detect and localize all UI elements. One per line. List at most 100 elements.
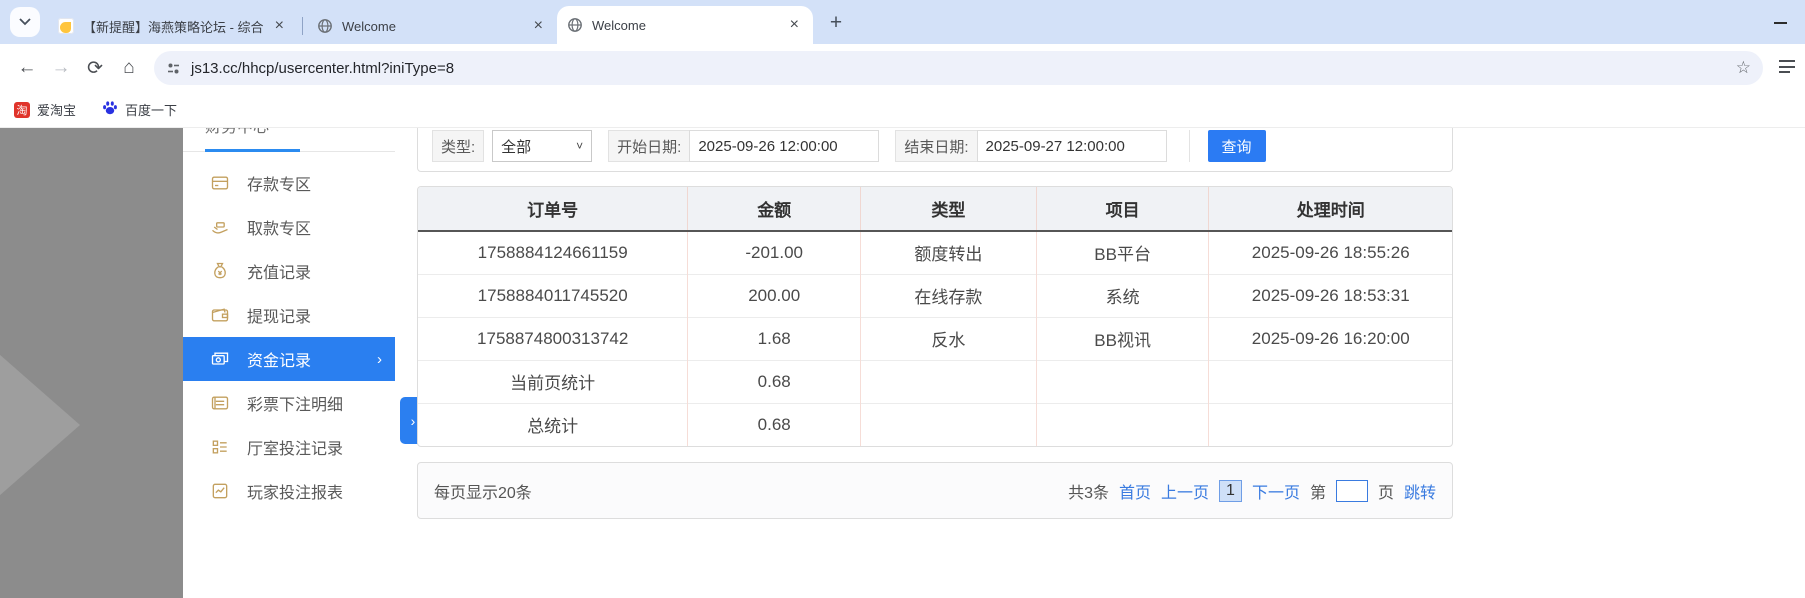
- end-date-input[interactable]: [977, 130, 1167, 162]
- total-count-text: 共3条: [1068, 479, 1109, 503]
- wallet-icon: [210, 305, 230, 325]
- sidebar-item-recharge-records[interactable]: 充值记录: [183, 249, 395, 293]
- bookmark-label: 百度一下: [125, 100, 177, 119]
- close-icon[interactable]: ×: [786, 16, 803, 34]
- pagination-bar: 每页显示20条 共3条 首页 上一页 1 下一页 第 页 跳转: [417, 462, 1453, 519]
- bookmark-label: 爱淘宝: [37, 100, 76, 119]
- back-button[interactable]: ←: [10, 51, 44, 85]
- filter-panel: 类型: 全部 ˅ 开始日期: 结束日期: 查询: [417, 128, 1453, 172]
- cell-type: 额度转出: [861, 231, 1037, 274]
- close-icon[interactable]: ×: [271, 17, 288, 35]
- bookmark-star-icon[interactable]: ☆: [1736, 58, 1751, 78]
- report-chart-icon: [210, 481, 230, 501]
- cell-order-no: 1758874800313742: [418, 317, 688, 360]
- sidebar-active-underline: [205, 149, 300, 152]
- reload-button[interactable]: ⟳: [78, 51, 112, 85]
- filter-separator: [1189, 130, 1190, 162]
- sidebar: 财务中心 存款专区 取款专区 充值记录 提现记录 资金记录: [183, 128, 395, 598]
- prev-page-link[interactable]: 上一页: [1161, 479, 1209, 503]
- sidebar-header: 财务中心: [183, 128, 395, 145]
- browser-tab-welcome-2-active[interactable]: Welcome ×: [557, 6, 813, 44]
- cell-process-time: 2025-09-26 18:55:26: [1209, 231, 1452, 274]
- start-date-input[interactable]: [689, 130, 879, 162]
- sidebar-item-label: 取款专区: [247, 215, 311, 239]
- bank-card-icon: [210, 173, 230, 193]
- list-doc-icon: [210, 393, 230, 413]
- new-tab-button[interactable]: +: [821, 8, 851, 38]
- funds-icon: [210, 349, 230, 369]
- end-date-label: 结束日期:: [895, 130, 976, 162]
- sidebar-item-lottery-bet-details[interactable]: 彩票下注明细: [183, 381, 395, 425]
- first-page-link[interactable]: 首页: [1119, 479, 1151, 503]
- table-row-page-summary: 当前页统计 0.68: [418, 360, 1452, 403]
- cell-summary-label: 总统计: [418, 403, 688, 446]
- money-bag-icon: [210, 261, 230, 281]
- table-row-total-summary: 总统计 0.68: [418, 403, 1452, 446]
- next-page-link[interactable]: 下一页: [1252, 479, 1300, 503]
- sidebar-item-label: 充值记录: [247, 259, 311, 283]
- sidebar-item-label: 厅室投注记录: [247, 435, 343, 459]
- cell-amount: 0.68: [688, 360, 861, 403]
- jump-button[interactable]: 跳转: [1404, 479, 1436, 503]
- browser-tab-welcome-1[interactable]: Welcome ×: [307, 8, 557, 44]
- current-page-badge[interactable]: 1: [1219, 480, 1242, 502]
- url-text[interactable]: js13.cc/hhcp/usercenter.html?iniType=8: [191, 60, 1736, 77]
- table-row: 1758874800313742 1.68 反水 BB视讯 2025-09-26…: [418, 317, 1452, 360]
- minimize-button[interactable]: [1774, 22, 1787, 24]
- watermark-triangle: [0, 333, 80, 517]
- globe-icon: [567, 17, 583, 33]
- col-amount: 金额: [688, 187, 861, 231]
- sidebar-item-withdraw-records[interactable]: 提现记录: [183, 293, 395, 337]
- close-icon[interactable]: ×: [530, 17, 547, 35]
- bookmark-baidu[interactable]: 百度一下: [102, 100, 177, 119]
- cell-amount: 1.68: [688, 317, 861, 360]
- tab-divider: [302, 17, 303, 35]
- forward-button[interactable]: →: [44, 51, 78, 85]
- sidebar-item-label: 存款专区: [247, 171, 311, 195]
- funds-table: 订单号 金额 类型 项目 处理时间 1758884124661159 -201.…: [417, 186, 1453, 447]
- cell-type: 在线存款: [861, 274, 1037, 317]
- start-date-label: 开始日期:: [608, 130, 689, 162]
- jump-prefix-text: 第: [1310, 479, 1326, 503]
- reading-list-icon[interactable]: [1773, 51, 1795, 85]
- cell-process-time: 2025-09-26 16:20:00: [1209, 317, 1452, 360]
- sidebar-item-deposit[interactable]: 存款专区: [183, 161, 395, 205]
- query-button[interactable]: 查询: [1208, 130, 1266, 162]
- chevron-down-icon: ˅: [576, 139, 583, 153]
- type-select[interactable]: 全部 ˅: [492, 130, 592, 162]
- cell-amount: -201.00: [688, 231, 861, 274]
- tab-search-button[interactable]: [10, 7, 40, 37]
- sidebar-item-player-bet-report[interactable]: 玩家投注报表: [183, 469, 395, 513]
- address-bar[interactable]: js13.cc/hhcp/usercenter.html?iniType=8 ☆: [154, 51, 1763, 85]
- tab-strip: 【新提醒】海燕策略论坛 - 综合 × Welcome × Welcome × +: [0, 0, 1805, 44]
- cell-order-no: 1758884011745520: [418, 274, 688, 317]
- cell-project: 系统: [1036, 274, 1209, 317]
- cell-order-no: 1758884124661159: [418, 231, 688, 274]
- sidebar-item-hall-bet-records[interactable]: 厅室投注记录: [183, 425, 395, 469]
- sidebar-item-withdraw-area[interactable]: 取款专区: [183, 205, 395, 249]
- cell-amount: 200.00: [688, 274, 861, 317]
- browser-toolbar: ← → ⟳ ⌂ js13.cc/hhcp/usercenter.html?ini…: [0, 44, 1805, 92]
- table-header-row: 订单号 金额 类型 项目 处理时间: [418, 187, 1452, 231]
- globe-icon: [317, 18, 333, 34]
- cell-amount: 0.68: [688, 403, 861, 446]
- browser-tab-forum[interactable]: 【新提醒】海燕策略论坛 - 综合 ×: [48, 8, 298, 44]
- sidebar-nav: 存款专区 取款专区 充值记录 提现记录 资金记录 › 彩票下注明: [183, 161, 395, 513]
- page-content: 财务中心 存款专区 取款专区 充值记录 提现记录 资金记录: [0, 128, 1805, 598]
- type-select-value: 全部: [501, 136, 531, 157]
- col-project: 项目: [1036, 187, 1209, 231]
- sidebar-item-label: 提现记录: [247, 303, 311, 327]
- site-settings-icon[interactable]: [166, 61, 181, 76]
- bookmarks-bar: 淘 爱淘宝 百度一下: [0, 92, 1805, 128]
- cell-project: BB平台: [1036, 231, 1209, 274]
- home-button[interactable]: ⌂: [112, 51, 146, 85]
- taobao-icon: 淘: [14, 102, 30, 118]
- bookmark-aitaobao[interactable]: 淘 爱淘宝: [14, 100, 76, 119]
- type-label: 类型:: [432, 130, 484, 162]
- main-panel: 类型: 全部 ˅ 开始日期: 结束日期: 查询: [417, 128, 1453, 598]
- baidu-paw-icon: [102, 100, 118, 119]
- table-row: 1758884124661159 -201.00 额度转出 BB平台 2025-…: [418, 231, 1452, 274]
- cell-summary-label: 当前页统计: [418, 360, 688, 403]
- sidebar-item-funds-records[interactable]: 资金记录 ›: [183, 337, 395, 381]
- jump-page-input[interactable]: [1336, 480, 1368, 502]
